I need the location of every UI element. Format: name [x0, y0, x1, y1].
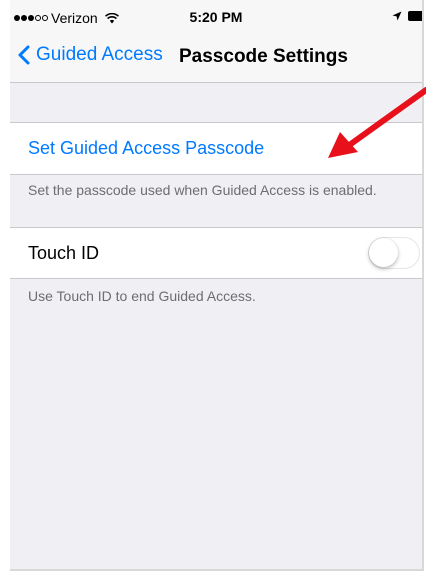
chevron-left-icon: [18, 45, 30, 65]
location-arrow-icon: [392, 11, 402, 21]
status-right: [392, 11, 422, 21]
navigation-bar: Guided Access Passcode Settings: [10, 34, 422, 83]
back-button-label: Guided Access: [36, 44, 163, 65]
phone-screen: Verizon 5:20 PM Guided Access Passcode S…: [10, 0, 424, 571]
back-button[interactable]: Guided Access: [18, 44, 163, 66]
touch-id-cell: Touch ID: [10, 227, 422, 279]
set-passcode-label: Set Guided Access Passcode: [28, 138, 265, 158]
battery-icon: [408, 11, 422, 21]
status-bar: Verizon 5:20 PM: [10, 0, 422, 34]
touch-id-label: Touch ID: [28, 243, 100, 263]
set-passcode-cell[interactable]: Set Guided Access Passcode: [10, 122, 422, 175]
touch-id-toggle[interactable]: [368, 237, 420, 269]
page-title: Passcode Settings: [179, 46, 348, 67]
status-time: 5:20 PM: [189, 9, 243, 25]
passcode-footer-text: Set the passcode used when Guided Access…: [28, 182, 377, 198]
toggle-knob: [369, 238, 398, 267]
touch-id-footer-text: Use Touch ID to end Guided Access.: [28, 288, 256, 304]
